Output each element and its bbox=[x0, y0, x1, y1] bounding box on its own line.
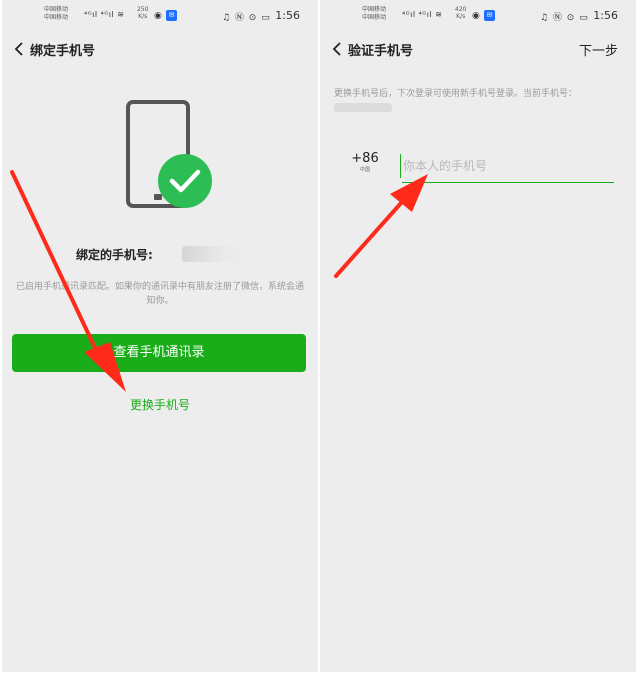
page-title: 绑定手机号 bbox=[30, 44, 96, 59]
carrier-info: 中国移动 中国移动 bbox=[362, 6, 386, 22]
contacts-match-description: 已启用手机通讯录匹配。如果你的通讯录中有朋友注册了微信，系统会通知你。 bbox=[15, 282, 304, 306]
phone-verified-icon bbox=[126, 100, 212, 208]
carrier-label: 中国移动 bbox=[44, 14, 69, 21]
country-code: +86 bbox=[351, 151, 379, 166]
system-status-icons: ♫ Ⓝ ⊙ ▭ bbox=[540, 13, 589, 23]
speed-value: 250 bbox=[137, 6, 149, 13]
country-name: 中国 bbox=[359, 167, 370, 173]
clock: 1:56 bbox=[275, 9, 300, 22]
bind-phone-screen: 中国移动 中国移动 ⁴ᴳıl ⁴ᴳıl ≋ 250 K/s ◉ ✉ ♫ Ⓝ ⊙ … bbox=[2, 0, 318, 672]
signal-icon: ⁴ᴳıl ⁴ᴳıl ≋ bbox=[84, 10, 125, 19]
speed-unit: K/s bbox=[138, 13, 148, 20]
speed-unit: K/s bbox=[456, 13, 466, 20]
app-notification-icon: ◉ bbox=[154, 11, 162, 21]
navigation-bar: 验证手机号 下一步 bbox=[320, 32, 636, 66]
back-arrow-icon[interactable] bbox=[328, 39, 348, 59]
change-phone-description: 更换手机号后，下次登录可使用新手机号登录。当前手机号： bbox=[334, 89, 578, 99]
status-bar: 中国移动 中国移动 ⁴ᴳıl ⁴ᴳıl ≋ 420 K/s ◉ ✉ ♫ Ⓝ ⊙ … bbox=[320, 4, 636, 26]
carrier-label: 中国移动 bbox=[362, 14, 387, 21]
change-phone-link[interactable]: 更换手机号 bbox=[2, 396, 318, 413]
page-title: 验证手机号 bbox=[348, 44, 414, 59]
country-code-selector[interactable]: +86 中国 bbox=[350, 152, 380, 174]
system-status-icons: ♫ Ⓝ ⊙ ▭ bbox=[222, 13, 271, 23]
verify-phone-screen: 中国移动 中国移动 ⁴ᴳıl ⁴ᴳıl ≋ 420 K/s ◉ ✉ ♫ Ⓝ ⊙ … bbox=[320, 0, 636, 672]
app-notification-icon: ◉ bbox=[472, 11, 480, 21]
phone-number-input[interactable] bbox=[400, 154, 615, 178]
current-phone-redacted bbox=[334, 103, 392, 112]
carrier-label: 中国移动 bbox=[362, 6, 387, 13]
status-bar: 中国移动 中国移动 ⁴ᴳıl ⁴ᴳıl ≋ 250 K/s ◉ ✉ ♫ Ⓝ ⊙ … bbox=[2, 4, 318, 26]
carrier-label: 中国移动 bbox=[44, 6, 69, 13]
next-step-button[interactable]: 下一步 bbox=[579, 40, 618, 59]
navigation-bar: 绑定手机号 bbox=[2, 32, 318, 66]
bound-phone-label: 绑定的手机号: bbox=[76, 248, 153, 262]
signal-icon: ⁴ᴳıl ⁴ᴳıl ≋ bbox=[402, 10, 443, 19]
app-notification-icon: ✉ bbox=[166, 10, 177, 21]
app-notification-icon: ✉ bbox=[484, 10, 495, 21]
input-underline bbox=[402, 182, 614, 183]
carrier-info: 中国移动 中国移动 bbox=[44, 6, 68, 22]
network-speed: 250 K/s bbox=[137, 6, 148, 20]
network-speed: 420 K/s bbox=[455, 6, 466, 20]
speed-value: 420 bbox=[455, 6, 467, 13]
back-arrow-icon[interactable] bbox=[10, 39, 30, 59]
bound-phone-number-redacted bbox=[182, 246, 252, 262]
clock: 1:56 bbox=[593, 9, 618, 22]
view-contacts-button[interactable]: 查看手机通讯录 bbox=[12, 334, 306, 372]
